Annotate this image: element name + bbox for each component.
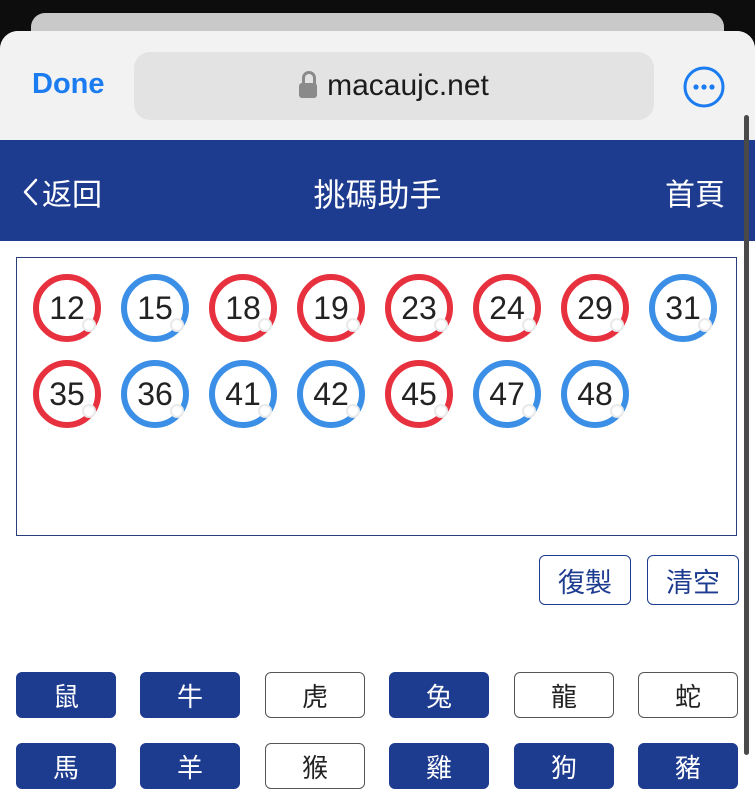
number-ball[interactable]: 47 xyxy=(473,360,541,428)
zodiac-button[interactable]: 馬 xyxy=(16,743,116,789)
number-ball[interactable]: 42 xyxy=(297,360,365,428)
zodiac-button[interactable]: 虎 xyxy=(265,672,365,718)
zodiac-button[interactable]: 兔 xyxy=(389,672,489,718)
ball-highlight-icon xyxy=(610,318,624,332)
number-ball[interactable]: 24 xyxy=(473,274,541,342)
browser-sheet: Done macaujc.net 返回 挑碼助手 首頁 12 15 18 19 … xyxy=(0,31,755,800)
clear-button[interactable]: 清空 xyxy=(647,555,739,605)
ball-highlight-icon xyxy=(346,318,360,332)
copy-button[interactable]: 復製 xyxy=(539,555,631,605)
ball-highlight-icon xyxy=(434,404,448,418)
back-label: 返回 xyxy=(42,178,102,213)
zodiac-button[interactable]: 狗 xyxy=(514,743,614,789)
zodiac-button[interactable]: 龍 xyxy=(514,672,614,718)
ball-highlight-icon xyxy=(522,318,536,332)
scrollbar[interactable] xyxy=(744,115,749,755)
zodiac-button[interactable]: 牛 xyxy=(140,672,240,718)
zodiac-button[interactable]: 羊 xyxy=(140,743,240,789)
selected-numbers-panel: 12 15 18 19 23 24 29 31 35 36 41 42 45 47 48 xyxy=(16,257,737,536)
number-ball[interactable]: 19 xyxy=(297,274,365,342)
more-options-icon[interactable] xyxy=(683,66,725,108)
url-text: macaujc.net xyxy=(327,69,489,102)
chevron-left-icon xyxy=(23,178,38,206)
zodiac-button[interactable]: 豬 xyxy=(638,743,738,789)
ball-highlight-icon xyxy=(170,404,184,418)
ball-highlight-icon xyxy=(698,318,712,332)
page-title: 挑碼助手 xyxy=(313,176,442,214)
done-button[interactable]: Done xyxy=(32,68,105,101)
back-button[interactable]: 返回 xyxy=(20,170,102,214)
number-ball[interactable]: 31 xyxy=(649,274,717,342)
number-ball[interactable]: 23 xyxy=(385,274,453,342)
number-ball[interactable]: 45 xyxy=(385,360,453,428)
ball-highlight-icon xyxy=(258,404,272,418)
ball-highlight-icon xyxy=(82,318,96,332)
number-ball[interactable]: 36 xyxy=(121,360,189,428)
ball-highlight-icon xyxy=(258,318,272,332)
zodiac-button[interactable]: 鼠 xyxy=(16,672,116,718)
number-ball[interactable]: 15 xyxy=(121,274,189,342)
ball-highlight-icon xyxy=(434,318,448,332)
ball-highlight-icon xyxy=(82,404,96,418)
number-ball[interactable]: 35 xyxy=(33,360,101,428)
ball-highlight-icon xyxy=(522,404,536,418)
number-ball[interactable]: 41 xyxy=(209,360,277,428)
ball-highlight-icon xyxy=(346,404,360,418)
number-ball[interactable]: 29 xyxy=(561,274,629,342)
home-link[interactable]: 首頁 xyxy=(665,170,725,214)
zodiac-button[interactable]: 雞 xyxy=(389,743,489,789)
number-ball[interactable]: 18 xyxy=(209,274,277,342)
zodiac-button[interactable]: 猴 xyxy=(265,743,365,789)
number-ball[interactable]: 12 xyxy=(33,274,101,342)
browser-toolbar: Done macaujc.net xyxy=(0,31,755,140)
ball-highlight-icon xyxy=(610,404,624,418)
lock-icon xyxy=(299,70,318,100)
app-header: 返回 挑碼助手 首頁 xyxy=(0,140,755,241)
url-field[interactable]: macaujc.net xyxy=(134,52,654,120)
number-ball[interactable]: 48 xyxy=(561,360,629,428)
ball-highlight-icon xyxy=(170,318,184,332)
zodiac-button[interactable]: 蛇 xyxy=(638,672,738,718)
